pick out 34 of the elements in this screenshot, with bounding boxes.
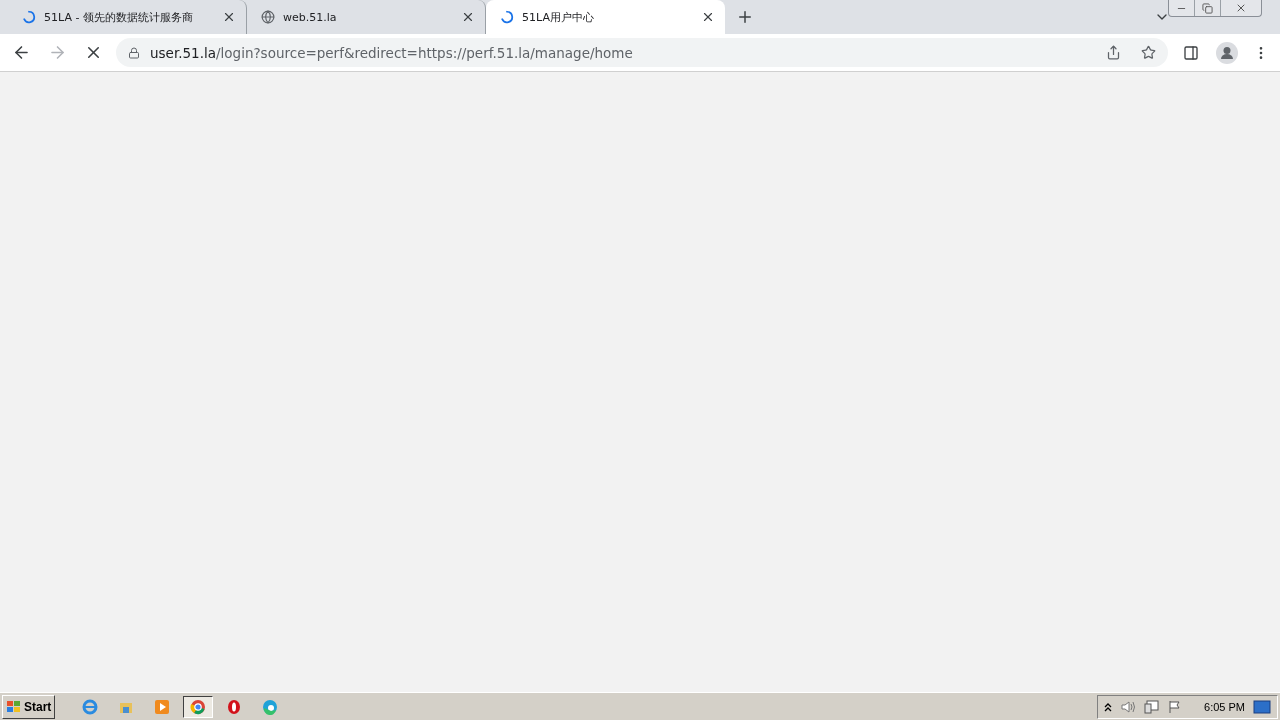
share-icon[interactable]: [1106, 45, 1121, 60]
profile-avatar-icon[interactable]: [1216, 41, 1238, 64]
opera-icon: [226, 698, 243, 715]
network-icon[interactable]: [1144, 699, 1161, 714]
taskbar-app-button[interactable]: [183, 695, 214, 718]
tab-title: 51LA用户中心: [522, 9, 595, 25]
show-desktop-icon[interactable]: [1253, 699, 1271, 714]
show-hidden-icons-icon[interactable]: [1104, 701, 1113, 712]
flag-icon[interactable]: [1168, 699, 1183, 714]
speaker-icon[interactable]: [1120, 699, 1137, 714]
side-panel-icon[interactable]: [1183, 44, 1199, 61]
browser-e-icon: [82, 698, 99, 715]
globe-icon: [261, 10, 275, 24]
windows-logo-icon: [6, 699, 22, 714]
close-icon[interactable]: [461, 10, 475, 24]
media-player-icon: [154, 698, 171, 715]
edge-icon: [262, 698, 279, 715]
restore-icon: [1202, 2, 1213, 14]
address-bar[interactable]: user.51.la/login?source=perf&redirect=https://perf.51.la/manage/home: [116, 38, 1168, 67]
clock-text: 6:05 PM: [1204, 700, 1245, 713]
bookmark-star-icon[interactable]: [1141, 45, 1156, 60]
start-button[interactable]: Start: [2, 694, 56, 719]
tab-title: 51LA - 领先的数据统计服务商: [44, 9, 194, 25]
lock-icon: [128, 46, 140, 59]
tab-title: web.51.la: [283, 10, 338, 24]
new-tab-icon[interactable]: [736, 8, 754, 26]
loading-spinner-icon: [500, 10, 514, 24]
loading-spinner-icon: [22, 10, 36, 24]
close-icon: [1235, 2, 1247, 14]
browser-tab[interactable]: 51LA用户中心: [486, 0, 725, 34]
close-icon[interactable]: [701, 10, 715, 24]
url-text: user.51.la/login?source=perf&redirect=https://perf.51.la/manage/home: [150, 44, 634, 61]
close-icon[interactable]: [222, 10, 236, 24]
chrome-icon: [190, 698, 207, 715]
